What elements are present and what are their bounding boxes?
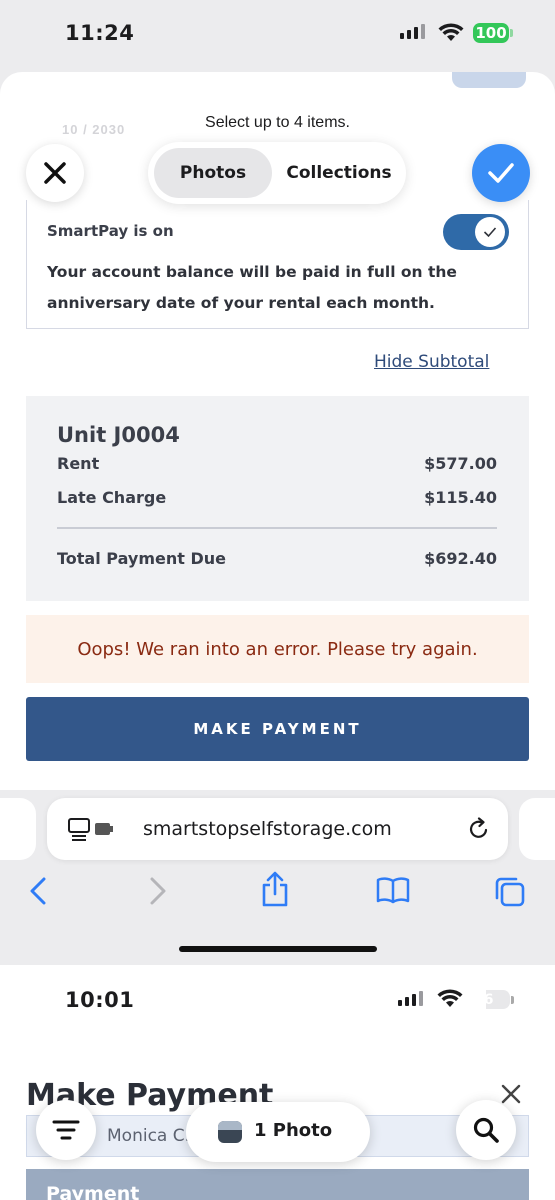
photo-thumbnail bbox=[218, 1121, 242, 1143]
wifi-icon bbox=[438, 23, 464, 41]
total-value: $692.40 bbox=[424, 549, 497, 568]
checkmark-icon bbox=[488, 163, 514, 183]
row-value: $577.00 bbox=[424, 454, 497, 473]
search-button[interactable] bbox=[456, 1100, 516, 1160]
section-label: Payment bbox=[46, 1183, 140, 1200]
unit-title: Unit J0004 bbox=[57, 423, 180, 447]
tabs-icon[interactable] bbox=[494, 876, 526, 908]
tab-collections[interactable]: Collections bbox=[276, 148, 402, 198]
picker-done-button[interactable] bbox=[472, 144, 530, 202]
cellular-signal-icon bbox=[398, 991, 423, 1006]
tab-photos[interactable]: Photos bbox=[154, 148, 272, 198]
previous-tab-preview[interactable] bbox=[0, 798, 36, 860]
second-screenshot: 10:01 56 Make Payment Monica C... 90405 … bbox=[0, 965, 555, 1200]
check-icon bbox=[483, 227, 497, 238]
hide-subtotal-link[interactable]: Hide Subtotal bbox=[374, 352, 489, 372]
row-value: $115.40 bbox=[424, 488, 497, 507]
forward-icon[interactable] bbox=[148, 876, 168, 906]
wifi-icon bbox=[437, 989, 463, 1007]
selected-photos-pill[interactable]: 1 Photo bbox=[186, 1102, 370, 1162]
filter-button[interactable] bbox=[36, 1100, 96, 1160]
subtotal-panel: Unit J0004 Rent $577.00 Late Charge $115… bbox=[26, 396, 529, 601]
smartpay-title: SmartPay is on bbox=[47, 222, 174, 240]
picker-close-button[interactable] bbox=[26, 144, 84, 202]
url-text: smartstopselfstorage.com bbox=[143, 818, 392, 840]
picker-segmented-control: Photos Collections bbox=[148, 142, 406, 204]
smartpay-toggle[interactable] bbox=[443, 214, 509, 250]
close-icon[interactable] bbox=[500, 1083, 522, 1105]
back-icon[interactable] bbox=[28, 876, 48, 906]
battery-cap bbox=[510, 29, 513, 37]
next-tab-preview[interactable] bbox=[519, 798, 555, 860]
page-settings-icon[interactable] bbox=[67, 817, 117, 843]
status-time: 10:01 bbox=[65, 988, 135, 1012]
reload-icon[interactable] bbox=[467, 817, 491, 841]
search-icon bbox=[473, 1117, 499, 1143]
battery-cap bbox=[511, 996, 514, 1004]
cellular-signal-icon bbox=[400, 24, 425, 39]
smartpay-panel: SmartPay is on Your account balance will… bbox=[26, 200, 529, 329]
smartpay-description: Your account balance will be paid in ful… bbox=[47, 263, 457, 312]
status-bar: 11:24 100 bbox=[0, 0, 555, 70]
address-bar[interactable]: smartstopselfstorage.com bbox=[47, 798, 508, 860]
selected-count: 1 Photo bbox=[254, 1120, 333, 1141]
battery-indicator: 100 bbox=[473, 23, 509, 43]
share-icon[interactable] bbox=[261, 870, 289, 908]
row-label: Rent bbox=[57, 454, 100, 473]
home-indicator bbox=[179, 946, 377, 952]
status-time: 11:24 bbox=[65, 21, 135, 45]
payment-section-header: Payment bbox=[26, 1169, 529, 1200]
background-button bbox=[452, 72, 526, 88]
toggle-knob bbox=[475, 217, 505, 247]
picker-hint: Select up to 4 items. bbox=[205, 114, 350, 131]
error-message: Oops! We ran into an error. Please try a… bbox=[26, 615, 529, 683]
total-label: Total Payment Due bbox=[57, 549, 226, 568]
row-label: Late Charge bbox=[57, 488, 167, 507]
bookmarks-icon[interactable] bbox=[376, 876, 410, 904]
web-page: 10 / 2030 Select up to 4 items. Photos C… bbox=[0, 72, 555, 792]
browser-toolbar: smartstopselfstorage.com bbox=[0, 790, 555, 965]
make-payment-button[interactable]: MAKE PAYMENT bbox=[26, 697, 529, 761]
filter-icon bbox=[52, 1120, 80, 1140]
divider bbox=[57, 527, 497, 529]
close-icon bbox=[44, 162, 66, 184]
battery-indicator: 56 bbox=[474, 991, 494, 1008]
